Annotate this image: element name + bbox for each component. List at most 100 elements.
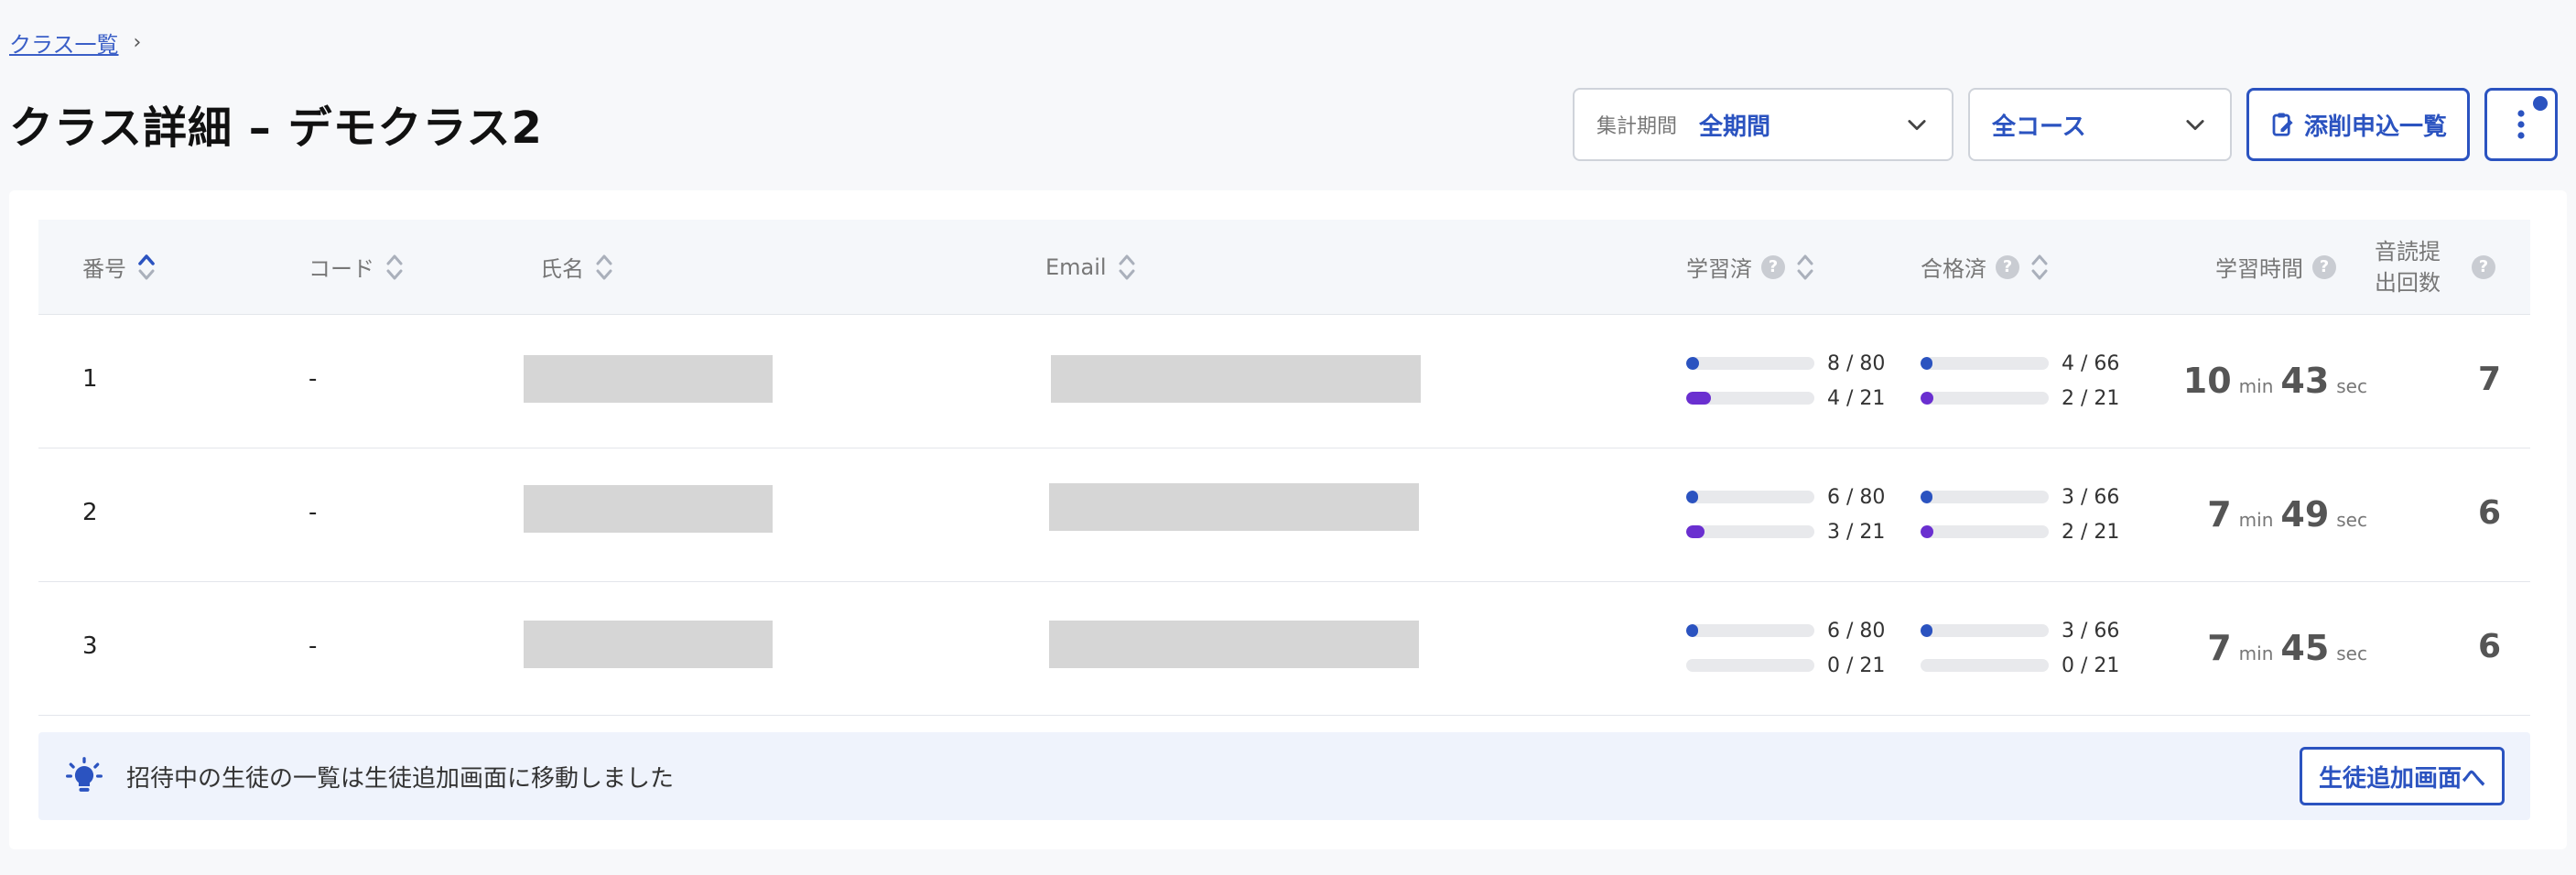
study-time-sec: 43 <box>2280 361 2330 401</box>
study-time-sec: 49 <box>2280 494 2330 535</box>
header-reading-count: 音読提 出回数 ? <box>2375 236 2495 298</box>
studied-progress: 6 / 80 3 / 21 <box>1686 480 1915 549</box>
toolbar: 集計期間 全期間 全コース 添削申込一覧 <box>1572 88 2558 161</box>
header-number[interactable]: 番号 <box>82 249 157 286</box>
sec-unit: sec <box>2336 509 2367 531</box>
redacted-email <box>1049 621 1419 668</box>
sec-unit: sec <box>2336 375 2367 397</box>
row-code: - <box>308 365 318 393</box>
header-passed-label: 合格済 <box>1921 256 1986 282</box>
study-time-min: 7 <box>2207 628 2232 668</box>
passed-progress: 3 / 66 0 / 21 <box>1921 613 2149 683</box>
correction-list-button[interactable]: 添削申込一覧 <box>2246 88 2470 161</box>
header-code[interactable]: コード <box>308 249 406 286</box>
passed-progress: 3 / 66 2 / 21 <box>1921 480 2149 549</box>
header-name[interactable]: 氏名 <box>540 249 615 286</box>
row-code: - <box>308 632 318 660</box>
more-menu-button[interactable] <box>2484 88 2558 161</box>
period-label: 集計期間 <box>1596 115 1677 138</box>
min-unit: min <box>2238 375 2274 397</box>
redacted-name <box>524 485 773 533</box>
chevron-down-icon <box>2186 120 2204 131</box>
chevron-down-icon <box>1908 120 1926 131</box>
progress-bar <box>1686 392 1814 405</box>
progress-text: 2 / 21 <box>2062 386 2120 410</box>
header-reading-count-line1: 音読提 <box>2375 238 2441 265</box>
progress-text: 0 / 21 <box>2062 654 2120 677</box>
progress-text: 4 / 66 <box>2062 351 2120 375</box>
student-table: 番号 コード 氏名 Email 学習済 ? 合格済 ? 学習時間 ? 音読提 出… <box>38 220 2530 716</box>
study-time: 7 min 45 sec <box>2207 628 2367 668</box>
table-header: 番号 コード 氏名 Email 学習済 ? 合格済 ? 学習時間 ? 音読提 出… <box>38 220 2530 315</box>
progress-text: 2 / 21 <box>2062 520 2120 544</box>
reading-count: 6 <box>2477 628 2501 665</box>
header-studied[interactable]: 学習済 ? <box>1686 249 1816 286</box>
sort-icon <box>596 254 612 279</box>
progress-text: 3 / 21 <box>1827 520 1886 544</box>
progress-bar <box>1921 659 2049 672</box>
progress-bar <box>1686 357 1814 370</box>
row-number: 1 <box>82 365 98 393</box>
help-icon[interactable]: ? <box>1996 254 2019 279</box>
sort-icon <box>386 254 403 279</box>
redacted-email <box>1049 483 1419 531</box>
more-vertical-icon <box>2517 110 2525 139</box>
progress-text: 3 / 66 <box>2062 619 2120 643</box>
progress-text: 4 / 21 <box>1827 386 1886 410</box>
chevron-right-icon: › <box>133 30 142 54</box>
studied-progress: 8 / 80 4 / 21 <box>1686 346 1915 416</box>
min-unit: min <box>2238 509 2274 531</box>
redacted-name <box>524 621 773 668</box>
header-reading-count-line2: 出回数 <box>2375 269 2441 296</box>
reading-count: 6 <box>2477 494 2501 532</box>
page-title: クラス詳細 – デモクラス2 <box>9 103 543 154</box>
min-unit: min <box>2238 643 2274 664</box>
progress-text: 6 / 80 <box>1827 485 1886 509</box>
class-detail-card: 番号 コード 氏名 Email 学習済 ? 合格済 ? 学習時間 ? 音読提 出… <box>9 190 2567 849</box>
info-notice: 招待中の生徒の一覧は生徒追加画面に移動しました 生徒追加画面へ <box>38 732 2530 820</box>
course-select[interactable]: 全コース <box>1967 88 2232 161</box>
progress-bar <box>1686 491 1814 503</box>
help-icon[interactable]: ? <box>2472 254 2495 279</box>
study-time: 10 min 43 sec <box>2183 361 2367 401</box>
lightbulb-icon <box>66 757 103 792</box>
header-number-label: 番号 <box>82 256 126 282</box>
period-select[interactable]: 集計期間 全期間 <box>1572 88 1954 161</box>
help-icon[interactable]: ? <box>1761 254 1785 279</box>
progress-text: 0 / 21 <box>1827 654 1886 677</box>
header-email-label: Email <box>1045 254 1107 280</box>
reading-count: 7 <box>2477 361 2501 398</box>
help-icon[interactable]: ? <box>2312 254 2336 279</box>
table-row[interactable]: 3 - 6 / 80 0 / 21 3 / 66 0 / 21 7 min 45… <box>38 582 2530 716</box>
breadcrumb-class-list-link[interactable]: クラス一覧 <box>9 27 119 59</box>
sort-icon <box>1797 254 1813 279</box>
progress-bar <box>1921 392 2049 405</box>
row-number: 3 <box>82 632 98 660</box>
row-code: - <box>308 499 318 526</box>
redacted-email <box>1051 355 1421 403</box>
table-row[interactable]: 1 - 8 / 80 4 / 21 4 / 66 2 / 21 10 min 4… <box>38 315 2530 448</box>
sort-icon <box>2031 254 2048 279</box>
progress-bar <box>1686 659 1814 672</box>
sort-active-icon <box>138 254 155 279</box>
header-code-label: コード <box>308 256 374 282</box>
sec-unit: sec <box>2336 643 2367 664</box>
header-passed[interactable]: 合格済 ? <box>1921 249 2051 286</box>
study-time: 7 min 49 sec <box>2207 494 2367 535</box>
progress-bar <box>1921 491 2049 503</box>
header-name-label: 氏名 <box>540 256 584 282</box>
passed-progress: 4 / 66 2 / 21 <box>1921 346 2149 416</box>
add-student-page-button[interactable]: 生徒追加画面へ <box>2299 747 2505 805</box>
study-time-min: 7 <box>2207 494 2232 535</box>
header-study-time: 学習時間 ? <box>2215 251 2336 283</box>
period-value: 全期間 <box>1699 113 1771 141</box>
progress-bar <box>1921 624 2049 637</box>
course-value: 全コース <box>1991 113 2086 141</box>
study-time-min: 10 <box>2182 361 2232 401</box>
header-email[interactable]: Email <box>1045 249 1138 286</box>
studied-progress: 6 / 80 0 / 21 <box>1686 613 1915 683</box>
progress-bar <box>1686 525 1814 538</box>
notification-dot <box>2533 96 2548 111</box>
progress-bar <box>1921 525 2049 538</box>
table-row[interactable]: 2 - 6 / 80 3 / 21 3 / 66 2 / 21 7 min 49… <box>38 448 2530 582</box>
